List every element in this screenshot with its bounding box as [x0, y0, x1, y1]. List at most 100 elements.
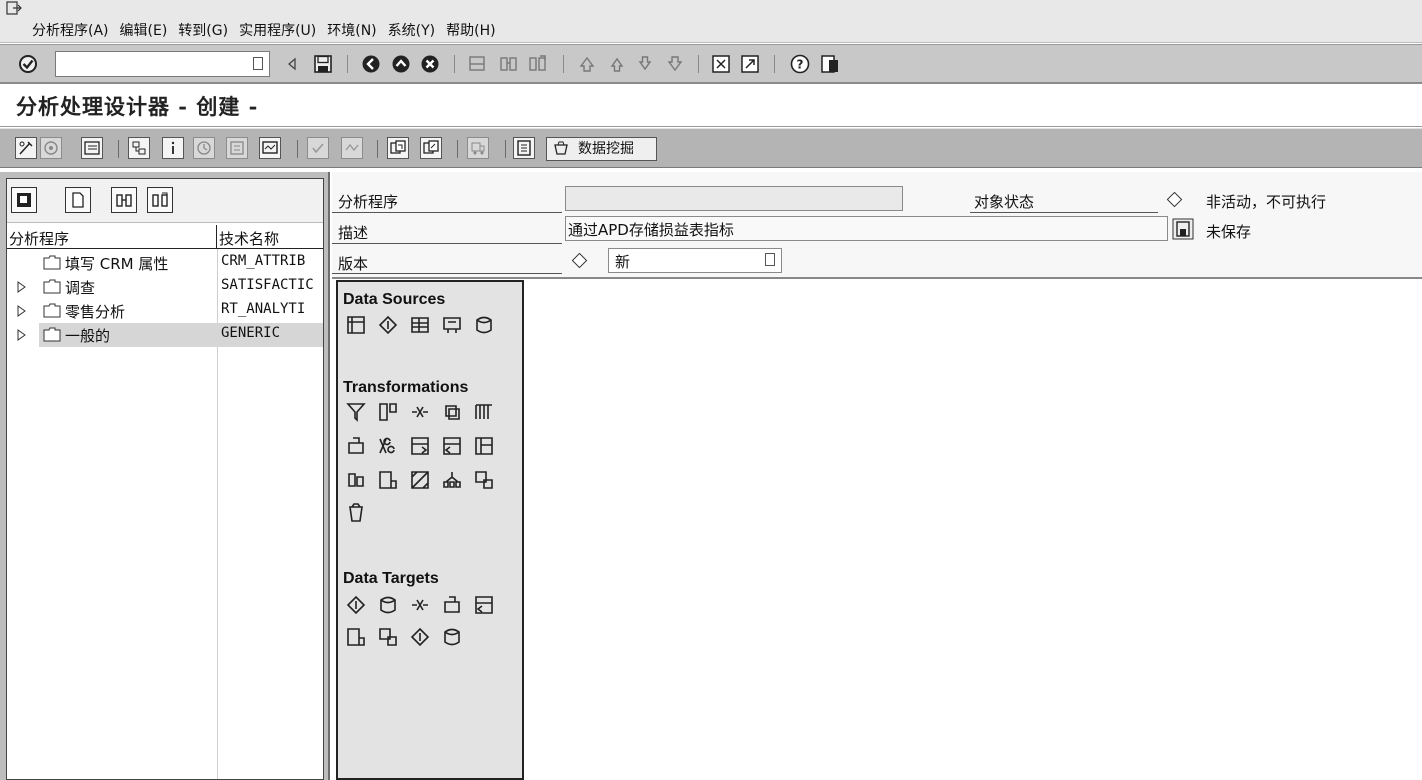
information-button[interactable] — [162, 137, 184, 159]
union-icon[interactable] — [441, 401, 463, 423]
version-select[interactable]: 新 — [608, 248, 782, 273]
menu-environment[interactable]: 环境(N) — [325, 20, 385, 40]
program-name-input[interactable] — [565, 186, 903, 211]
data-mining-button[interactable]: 数据挖掘 — [546, 137, 657, 161]
log-button[interactable] — [226, 137, 248, 159]
filter-icon[interactable] — [345, 401, 367, 423]
database-icon[interactable] — [473, 314, 495, 336]
aggregation-icon[interactable] — [473, 401, 495, 423]
menu-goto[interactable]: 转到(G) — [176, 20, 237, 40]
sort-icon[interactable] — [345, 435, 367, 457]
menu-system[interactable]: 系统(Y) — [386, 20, 444, 40]
save-status-icon[interactable] — [1172, 218, 1194, 240]
display-change-button[interactable] — [15, 137, 37, 159]
column-header-tech-name[interactable]: 技术名称 — [219, 228, 321, 249]
hierarchy-join-icon[interactable] — [345, 469, 367, 491]
create-button[interactable] — [65, 187, 91, 213]
enter-checkmark-icon[interactable] — [18, 54, 38, 74]
last-page-icon[interactable] — [665, 54, 685, 74]
activate-button[interactable] — [40, 137, 62, 159]
detail-view-button[interactable] — [81, 137, 103, 159]
exit-arrow-icon[interactable] — [391, 54, 411, 74]
tree-node-crm-attributes[interactable]: 填写 CRM 属性 CRM_ATTRIB — [7, 251, 323, 275]
simulate-button[interactable] — [341, 137, 363, 159]
find-next-tree-button[interactable] — [147, 187, 173, 213]
program-header-form: 分析程序 对象状态 非活动，不可执行 描述 通过APD存储损益表指标 未保存 版… — [332, 172, 1422, 278]
column-header-name[interactable]: 分析程序 — [9, 228, 215, 249]
menu-edit[interactable]: 编辑(E) — [118, 20, 177, 40]
menu-analysis-program[interactable]: 分析程序(A) — [30, 20, 118, 40]
schedule-button[interactable] — [193, 137, 215, 159]
list-to-table-icon[interactable] — [441, 435, 463, 457]
previous-page-icon[interactable] — [607, 54, 627, 74]
data-mining-model-icon[interactable] — [345, 503, 367, 525]
detail-view-icon — [84, 141, 100, 155]
infoprovider-icon[interactable] — [345, 314, 367, 336]
percent-icon[interactable] — [377, 435, 399, 457]
copy-icon — [390, 140, 406, 154]
help-icon[interactable]: ? — [790, 54, 810, 74]
ods-object-icon[interactable] — [345, 594, 367, 616]
delivery-button[interactable] — [467, 137, 489, 159]
join-icon[interactable] — [409, 401, 431, 423]
new-session-icon[interactable] — [711, 54, 731, 74]
print-icon[interactable] — [467, 54, 487, 74]
cluster-icon[interactable] — [473, 469, 495, 491]
command-field[interactable] — [55, 51, 270, 77]
back-icon[interactable] — [361, 54, 381, 74]
first-page-icon[interactable] — [577, 54, 597, 74]
customize-layout-icon[interactable] — [820, 54, 840, 74]
association-icon[interactable] — [377, 626, 399, 648]
expand-arrow-icon[interactable] — [17, 281, 26, 293]
monitor-button[interactable] — [259, 137, 281, 159]
toolbar-separator — [698, 55, 699, 73]
save-icon[interactable] — [313, 54, 333, 74]
check-button[interactable] — [307, 137, 329, 159]
tree-node-tech-name: CRM_ATTRIB — [221, 253, 306, 269]
expand-arrow-icon[interactable] — [17, 329, 26, 341]
shortcut-icon[interactable] — [740, 54, 760, 74]
tree-node-retail-analysis[interactable]: 零售分析 RT_ANALYTI — [7, 299, 323, 323]
projection-icon[interactable] — [377, 401, 399, 423]
data-transformation-icon[interactable] — [377, 469, 399, 491]
find-icon[interactable] — [499, 54, 519, 74]
exit-icon[interactable] — [6, 1, 22, 15]
toolbar-separator — [563, 55, 564, 73]
routine-icon[interactable] — [409, 435, 431, 457]
crm-model-icon[interactable] — [441, 594, 463, 616]
refresh-tree-button[interactable] — [11, 187, 37, 213]
query-icon[interactable] — [377, 314, 399, 336]
flatfile-icon[interactable] — [441, 314, 463, 336]
crm-attribute-icon[interactable] — [409, 594, 431, 616]
scoring-icon[interactable] — [409, 626, 431, 648]
collapse-arrow-icon[interactable] — [286, 54, 298, 74]
menu-help[interactable]: 帮助(H) — [444, 20, 504, 40]
where-used-button[interactable] — [128, 137, 150, 159]
decision-tree-icon[interactable] — [441, 469, 463, 491]
design-canvas[interactable] — [526, 280, 1422, 780]
layout-button[interactable] — [513, 137, 535, 159]
tree-node-survey[interactable]: 调查 SATISFACTIC — [7, 275, 323, 299]
abc-classification-icon[interactable] — [409, 469, 431, 491]
table-icon[interactable] — [409, 314, 431, 336]
decision-tree-target-icon[interactable] — [473, 594, 495, 616]
find-next-icon[interactable] — [528, 54, 548, 74]
toolbar-separator — [505, 140, 506, 158]
version-dropdown-icon[interactable] — [765, 253, 775, 266]
copy-button[interactable] — [387, 137, 409, 159]
find-tree-button[interactable] — [111, 187, 137, 213]
mining-target-icon[interactable] — [441, 626, 463, 648]
toolbar-separator — [457, 140, 458, 158]
truck-icon — [471, 142, 485, 155]
command-history-dropdown-icon[interactable] — [253, 57, 263, 70]
expand-arrow-icon[interactable] — [17, 305, 26, 317]
cancel-icon[interactable] — [420, 54, 440, 74]
menu-utilities[interactable]: 实用程序(U) — [237, 20, 325, 40]
description-input[interactable]: 通过APD存储损益表指标 — [565, 216, 1168, 241]
next-page-icon[interactable] — [635, 54, 655, 74]
table-to-list-icon[interactable] — [473, 435, 495, 457]
transport-button[interactable] — [420, 137, 442, 159]
tree-node-generic[interactable]: 一般的 GENERIC — [7, 323, 323, 347]
database-table-icon[interactable] — [377, 594, 399, 616]
cluster-target-icon[interactable] — [345, 626, 367, 648]
